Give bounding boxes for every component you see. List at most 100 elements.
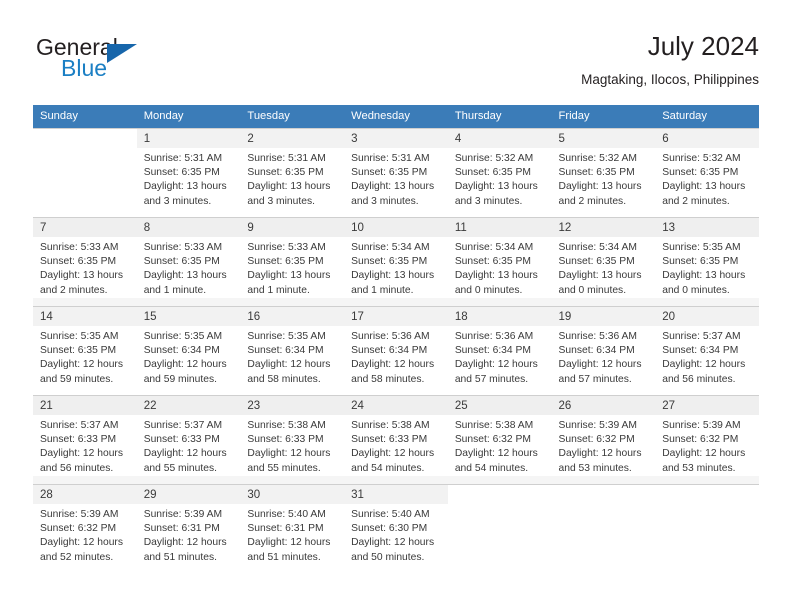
day-number: 14 (33, 307, 137, 326)
daylight-text-line1: Daylight: 12 hours (454, 359, 538, 371)
sunrise-text: Sunrise: 5:32 AM (454, 153, 534, 164)
calendar-day-cell[interactable]: 13 Sunrise: 5:35 AM Sunset: 6:35 PM Dayligh… (655, 217, 759, 307)
triangle-logo-icon (107, 44, 137, 63)
page-header: General Blue July 2024 Magtaking, Ilocos… (33, 30, 759, 98)
calendar-day-cell[interactable]: 2 Sunrise: 5:31 AM Sunset: 6:35 PM Daylight… (240, 128, 345, 218)
daylight-text-line2: and 55 minutes. (143, 462, 217, 474)
daylight-text-line1: Daylight: 13 hours (247, 270, 331, 282)
daylight-text-line2: and 2 minutes. (662, 195, 730, 207)
calendar-day-cell[interactable]: 25 Sunrise: 5:38 AM Sunset: 6:32 PM Dayligh… (447, 395, 552, 485)
calendar-day-cell[interactable]: 9 Sunrise: 5:33 AM Sunset: 6:35 PM Daylight… (240, 217, 345, 307)
calendar-day-cell[interactable]: 8 Sunrise: 5:33 AM Sunset: 6:35 PM Daylight… (136, 217, 241, 307)
sunset-text: Sunset: 6:31 PM (143, 523, 220, 535)
daylight-text-line1: Daylight: 12 hours (662, 359, 746, 371)
daylight-text-line2: and 0 minutes. (662, 284, 730, 296)
daylight-text-line1: Daylight: 13 hours (40, 270, 123, 282)
day-number: 24 (344, 396, 448, 415)
calendar-day-cell[interactable]: 6 Sunrise: 5:32 AM Sunset: 6:35 PM Daylight… (655, 128, 759, 218)
daylight-text-line1: Daylight: 13 hours (558, 270, 642, 282)
calendar-week-row: 21 Sunrise: 5:37 AM Sunset: 6:33 PM Dayligh… (33, 395, 759, 485)
title-block: July 2024 Magtaking, Ilocos, Philippines (581, 30, 759, 88)
calendar-body: 1 Sunrise: 5:31 AM Sunset: 6:35 PM Daylight… (33, 128, 759, 573)
sunset-text: Sunset: 6:35 PM (454, 256, 531, 268)
calendar-week-row: 14 Sunrise: 5:35 AM Sunset: 6:35 PM Dayligh… (33, 306, 759, 396)
day-number (655, 485, 759, 504)
sunrise-text: Sunrise: 5:33 AM (247, 242, 326, 253)
calendar-day-cell[interactable]: 30 Sunrise: 5:40 AM Sunset: 6:31 PM Dayligh… (240, 484, 345, 573)
calendar-day-cell[interactable] (655, 484, 759, 573)
daylight-text-line2: and 1 minute. (247, 284, 310, 296)
daylight-text-line2: and 56 minutes. (662, 373, 736, 385)
daylight-text-line2: and 2 minutes. (558, 195, 627, 207)
day-number: 2 (240, 129, 345, 148)
daylight-text-line2: and 54 minutes. (454, 462, 529, 474)
calendar-day-cell[interactable]: 14 Sunrise: 5:35 AM Sunset: 6:35 PM Dayligh… (33, 306, 137, 396)
daylight-text-line1: Daylight: 12 hours (351, 448, 435, 460)
sunset-text: Sunset: 6:30 PM (351, 523, 428, 535)
weekday-header-sunday: Sunday (33, 105, 137, 129)
calendar-day-cell[interactable]: 4 Sunrise: 5:32 AM Sunset: 6:35 PM Daylight… (447, 128, 552, 218)
sunset-text: Sunset: 6:32 PM (454, 434, 531, 446)
calendar-day-cell[interactable] (551, 484, 656, 573)
sunset-text: Sunset: 6:33 PM (247, 434, 324, 446)
calendar-day-cell[interactable] (447, 484, 552, 573)
daylight-text-line2: and 59 minutes. (40, 373, 114, 385)
day-number: 10 (344, 218, 448, 237)
calendar-day-cell[interactable]: 10 Sunrise: 5:34 AM Sunset: 6:35 PM Dayligh… (344, 217, 448, 307)
calendar-day-cell[interactable]: 23 Sunrise: 5:38 AM Sunset: 6:33 PM Dayligh… (240, 395, 345, 485)
calendar-day-cell[interactable]: 15 Sunrise: 5:35 AM Sunset: 6:34 PM Dayligh… (136, 306, 241, 396)
daylight-text-line2: and 50 minutes. (351, 551, 425, 563)
daylight-text-line2: and 53 minutes. (662, 462, 736, 474)
daylight-text-line1: Daylight: 12 hours (40, 537, 123, 549)
sunrise-text: Sunrise: 5:33 AM (143, 242, 223, 253)
calendar-day-cell[interactable]: 31 Sunrise: 5:40 AM Sunset: 6:30 PM Dayligh… (344, 484, 448, 573)
daylight-text-line2: and 3 minutes. (351, 195, 419, 207)
calendar-table: Sunday Monday Tuesday Wednesday Thursday… (33, 105, 759, 573)
calendar-day-cell[interactable]: 19 Sunrise: 5:36 AM Sunset: 6:34 PM Dayligh… (551, 306, 656, 396)
day-number: 15 (136, 307, 241, 326)
sunrise-text: Sunrise: 5:31 AM (143, 153, 223, 164)
calendar-day-cell[interactable]: 21 Sunrise: 5:37 AM Sunset: 6:33 PM Dayligh… (33, 395, 137, 485)
sunset-text: Sunset: 6:35 PM (662, 167, 739, 179)
calendar-day-cell[interactable]: 27 Sunrise: 5:39 AM Sunset: 6:32 PM Dayligh… (655, 395, 759, 485)
day-number: 4 (447, 129, 552, 148)
calendar-day-cell[interactable]: 16 Sunrise: 5:35 AM Sunset: 6:34 PM Dayligh… (240, 306, 345, 396)
calendar-day-cell[interactable]: 22 Sunrise: 5:37 AM Sunset: 6:33 PM Dayligh… (136, 395, 241, 485)
weekday-header-thursday: Thursday (447, 105, 552, 129)
sunrise-text: Sunrise: 5:32 AM (662, 153, 741, 164)
calendar-day-cell[interactable]: 11 Sunrise: 5:34 AM Sunset: 6:35 PM Dayligh… (447, 217, 552, 307)
calendar-day-cell[interactable]: 7 Sunrise: 5:33 AM Sunset: 6:35 PM Daylight… (33, 217, 137, 307)
sunset-text: Sunset: 6:33 PM (143, 434, 220, 446)
sunrise-text: Sunrise: 5:36 AM (558, 331, 637, 342)
day-number: 11 (447, 218, 552, 237)
sunrise-text: Sunrise: 5:35 AM (40, 331, 119, 342)
daylight-text-line2: and 3 minutes. (247, 195, 315, 207)
daylight-text-line2: and 57 minutes. (454, 373, 529, 385)
calendar-day-cell[interactable]: 18 Sunrise: 5:36 AM Sunset: 6:34 PM Dayligh… (447, 306, 552, 396)
calendar-day-cell[interactable]: 26 Sunrise: 5:39 AM Sunset: 6:32 PM Dayligh… (551, 395, 656, 485)
calendar-day-cell[interactable]: 1 Sunrise: 5:31 AM Sunset: 6:35 PM Daylight… (136, 128, 241, 218)
calendar-day-cell[interactable]: 12 Sunrise: 5:34 AM Sunset: 6:35 PM Dayligh… (551, 217, 656, 307)
daylight-text-line2: and 52 minutes. (40, 551, 114, 563)
calendar-day-cell[interactable]: 24 Sunrise: 5:38 AM Sunset: 6:33 PM Dayligh… (344, 395, 448, 485)
sunrise-text: Sunrise: 5:35 AM (247, 331, 326, 342)
calendar-day-cell[interactable]: 28 Sunrise: 5:39 AM Sunset: 6:32 PM Dayligh… (33, 484, 137, 573)
daylight-text-line1: Daylight: 12 hours (40, 359, 123, 371)
calendar-day-cell[interactable]: 20 Sunrise: 5:37 AM Sunset: 6:34 PM Dayligh… (655, 306, 759, 396)
day-number: 25 (447, 396, 552, 415)
day-number: 3 (344, 129, 448, 148)
daylight-text-line1: Daylight: 12 hours (247, 537, 331, 549)
day-number (33, 129, 137, 148)
calendar-day-cell[interactable]: 3 Sunrise: 5:31 AM Sunset: 6:35 PM Daylight… (344, 128, 448, 218)
calendar-day-cell[interactable] (33, 128, 137, 218)
calendar-day-cell[interactable]: 5 Sunrise: 5:32 AM Sunset: 6:35 PM Daylight… (551, 128, 656, 218)
sunset-text: Sunset: 6:35 PM (351, 167, 428, 179)
calendar-week-row: 7 Sunrise: 5:33 AM Sunset: 6:35 PM Daylight… (33, 217, 759, 307)
calendar-day-cell[interactable]: 29 Sunrise: 5:39 AM Sunset: 6:31 PM Dayligh… (136, 484, 241, 573)
calendar-day-cell[interactable]: 17 Sunrise: 5:36 AM Sunset: 6:34 PM Dayligh… (344, 306, 448, 396)
day-number: 27 (655, 396, 759, 415)
calendar-page: General Blue July 2024 Magtaking, Ilocos… (0, 0, 792, 612)
general-blue-logo[interactable]: General Blue (33, 34, 233, 90)
sunrise-text: Sunrise: 5:40 AM (247, 509, 326, 520)
sunrise-text: Sunrise: 5:34 AM (351, 242, 430, 253)
